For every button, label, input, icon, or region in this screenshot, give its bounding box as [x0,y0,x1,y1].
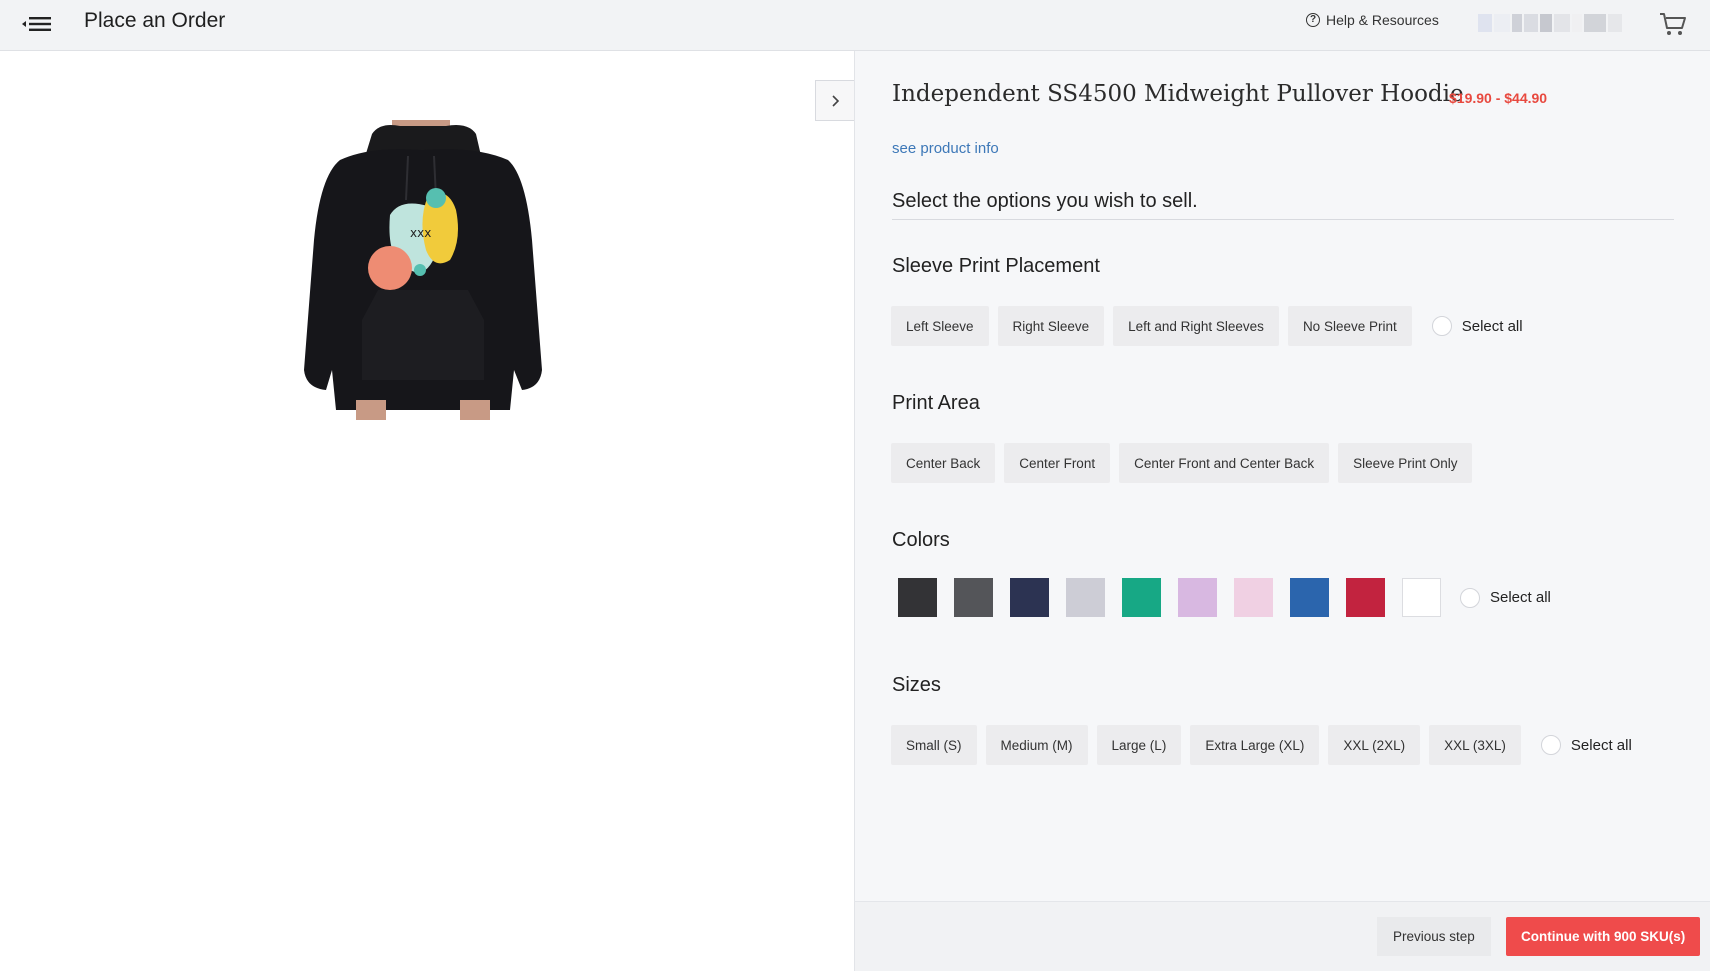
option-size-l[interactable]: Large (L) [1096,725,1182,765]
account-avatar[interactable] [1478,10,1623,36]
help-label: Help & Resources [1326,12,1439,28]
top-bar: Place an Order ? Help & Resources [0,0,1710,51]
option-left-right-sleeves[interactable]: Left and Right Sleeves [1113,306,1279,346]
option-size-s[interactable]: Small (S) [891,725,977,765]
select-all-label: Select all [1490,589,1551,606]
option-right-sleeve[interactable]: Right Sleeve [997,306,1105,346]
sleeve-select-all[interactable]: Select all [1431,316,1523,336]
option-size-3xl[interactable]: XXL (3XL) [1429,725,1521,765]
product-title: Independent SS4500 Midweight Pullover Ho… [892,81,1464,107]
footer-bar: Previous step Continue with 900 SKU(s) [854,901,1710,971]
svg-text:xxx: xxx [410,226,431,240]
print-area-section-title: Print Area [892,392,980,414]
option-size-xl[interactable]: Extra Large (XL) [1190,725,1320,765]
color-swatch[interactable] [1178,578,1217,617]
menu-collapse-icon[interactable] [20,10,56,38]
price-range: $19.90 - $44.90 [1449,90,1548,106]
collapse-panel-button[interactable] [815,80,855,121]
option-left-sleeve[interactable]: Left Sleeve [891,306,989,346]
color-swatch[interactable] [1290,578,1329,617]
color-swatch[interactable] [1122,578,1161,617]
color-swatch[interactable] [954,578,993,617]
chevron-right-icon [832,94,840,107]
option-size-2xl[interactable]: XXL (2XL) [1328,725,1421,765]
options-panel: Independent SS4500 Midweight Pullover Ho… [854,51,1710,971]
radio-button[interactable] [1460,587,1480,608]
question-icon: ? [1306,13,1320,27]
radio-button[interactable] [1540,735,1561,755]
previous-step-button[interactable]: Previous step [1377,917,1491,956]
color-swatch[interactable] [1010,578,1049,617]
continue-button[interactable]: Continue with 900 SKU(s) [1506,917,1701,956]
see-product-info-link[interactable]: see product info [892,140,999,157]
color-swatch[interactable] [1402,578,1441,617]
colors-section-title: Colors [892,529,950,551]
color-swatch[interactable] [1346,578,1385,617]
sleeve-options: Left Sleeve Right Sleeve Left and Right … [891,306,1523,346]
divider [892,219,1674,220]
print-area-options: Center Back Center Front Center Front an… [891,443,1473,483]
select-all-label: Select all [1570,736,1632,754]
sizes-select-all[interactable]: Select all [1540,735,1632,755]
color-swatch[interactable] [898,578,937,617]
radio-button[interactable] [1431,316,1452,336]
product-preview-panel: xxx [0,51,855,971]
option-center-front[interactable]: Center Front [1004,443,1111,483]
color-swatches: Select all [898,578,1551,617]
sizes-section-title: Sizes [892,674,941,696]
option-center-front-back[interactable]: Center Front and Center Back [1119,443,1330,483]
colors-select-all[interactable]: Select all [1460,587,1551,608]
option-no-sleeve-print[interactable]: No Sleeve Print [1287,306,1412,346]
help-resources-link[interactable]: ? Help & Resources [1306,12,1439,28]
option-sleeve-print-only[interactable]: Sleeve Print Only [1338,443,1473,483]
option-size-m[interactable]: Medium (M) [985,725,1088,765]
color-swatch[interactable] [1066,578,1105,617]
product-image: xxx [300,120,546,420]
size-options: Small (S) Medium (M) Large (L) Extra Lar… [891,725,1632,765]
color-swatch[interactable] [1234,578,1273,617]
instruction-text: Select the options you wish to sell. [892,190,1198,212]
page-title: Place an Order [84,9,226,32]
cart-icon[interactable] [1658,10,1688,38]
select-all-label: Select all [1461,317,1523,335]
sleeve-section-title: Sleeve Print Placement [892,255,1100,277]
option-center-back[interactable]: Center Back [891,443,996,483]
